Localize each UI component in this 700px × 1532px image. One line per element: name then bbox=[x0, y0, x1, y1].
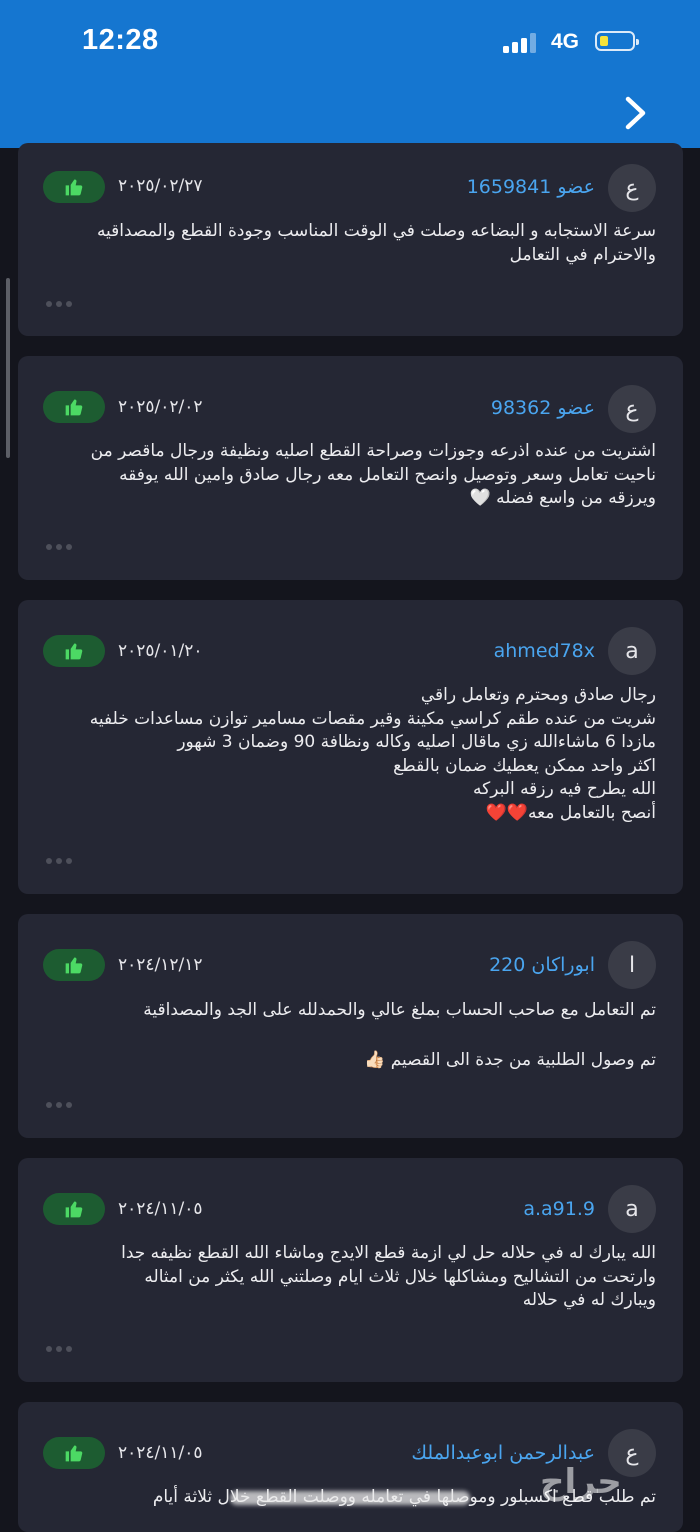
like-badge[interactable] bbox=[43, 171, 105, 203]
review-date: ٢٠٢٥/٠٢/٢٧ bbox=[118, 176, 203, 196]
battery-icon bbox=[595, 31, 639, 51]
review-username[interactable]: a.a91.9 bbox=[523, 1198, 595, 1220]
avatar: a bbox=[608, 627, 656, 675]
home-indicator bbox=[230, 1491, 470, 1505]
review-card: ا ابوراكان 220 ٢٠٢٤/١٢/١٢ تم التعامل مع … bbox=[18, 914, 683, 1138]
more-options-icon[interactable] bbox=[46, 1346, 72, 1352]
network-type: 4G bbox=[551, 30, 580, 53]
avatar: a bbox=[608, 1185, 656, 1233]
chevron-right-icon[interactable] bbox=[620, 94, 650, 132]
review-username[interactable]: عضو 1659841 bbox=[467, 176, 595, 198]
scroll-indicator[interactable] bbox=[6, 278, 10, 458]
review-date: ٢٠٢٥/٠٢/٠٢ bbox=[118, 397, 203, 417]
more-options-icon[interactable] bbox=[46, 544, 72, 550]
review-text: اشتريت من عنده اذرعه وجوزات وصراحة القطع… bbox=[90, 441, 656, 508]
like-badge[interactable] bbox=[43, 635, 105, 667]
review-card: a a.a91.9 ٢٠٢٤/١١/٠٥ الله يبارك له في حل… bbox=[18, 1158, 683, 1382]
like-badge[interactable] bbox=[43, 1193, 105, 1225]
avatar: ا bbox=[608, 941, 656, 989]
thumbs-up-icon bbox=[65, 179, 83, 196]
review-card: a ahmed78x ٢٠٢٥/٠١/٢٠ رجال صادق ومحترم و… bbox=[18, 600, 683, 894]
review-username[interactable]: عبدالرحمن ابوعبدالملك bbox=[411, 1442, 595, 1464]
more-options-icon[interactable] bbox=[46, 301, 72, 307]
more-options-icon[interactable] bbox=[46, 1102, 72, 1108]
review-date: ٢٠٢٥/٠١/٢٠ bbox=[118, 641, 203, 661]
review-username[interactable]: ابوراكان 220 bbox=[489, 954, 595, 976]
review-date: ٢٠٢٤/١١/٠٥ bbox=[118, 1443, 203, 1463]
app-header: 12:28 4G bbox=[0, 0, 700, 148]
like-badge[interactable] bbox=[43, 1437, 105, 1469]
review-text: رجال صادق ومحترم وتعامل راقي شريت من عند… bbox=[89, 685, 656, 823]
review-card: ع عضو 1659841 ٢٠٢٥/٠٢/٢٧ سرعة الاستجابه … bbox=[18, 143, 683, 336]
status-time: 12:28 bbox=[82, 24, 159, 56]
more-options-icon[interactable] bbox=[46, 858, 72, 864]
thumbs-up-icon bbox=[65, 1445, 83, 1462]
review-date: ٢٠٢٤/١٢/١٢ bbox=[118, 955, 203, 975]
signal-icon bbox=[503, 33, 543, 53]
review-date: ٢٠٢٤/١١/٠٥ bbox=[118, 1199, 203, 1219]
avatar: ع bbox=[608, 385, 656, 433]
review-text: سرعة الاستجابه و البضاعه وصلت في الوقت ا… bbox=[96, 221, 656, 265]
avatar: ع bbox=[608, 164, 656, 212]
thumbs-up-icon bbox=[65, 1201, 83, 1218]
like-badge[interactable] bbox=[43, 391, 105, 423]
review-text: تم التعامل مع صاحب الحساب بملغ عالي والح… bbox=[143, 1000, 656, 1070]
review-username[interactable]: عضو 98362 bbox=[491, 397, 595, 419]
thumbs-up-icon bbox=[65, 399, 83, 416]
haraj-watermark: حراج bbox=[540, 1462, 622, 1502]
review-username[interactable]: ahmed78x bbox=[494, 640, 595, 662]
thumbs-up-icon bbox=[65, 643, 83, 660]
thumbs-up-icon bbox=[65, 957, 83, 974]
review-card: ع عضو 98362 ٢٠٢٥/٠٢/٠٢ اشتريت من عنده اذ… bbox=[18, 356, 683, 580]
like-badge[interactable] bbox=[43, 949, 105, 981]
review-text: الله يبارك له في حلاله حل لي ازمة قطع ال… bbox=[121, 1243, 656, 1310]
